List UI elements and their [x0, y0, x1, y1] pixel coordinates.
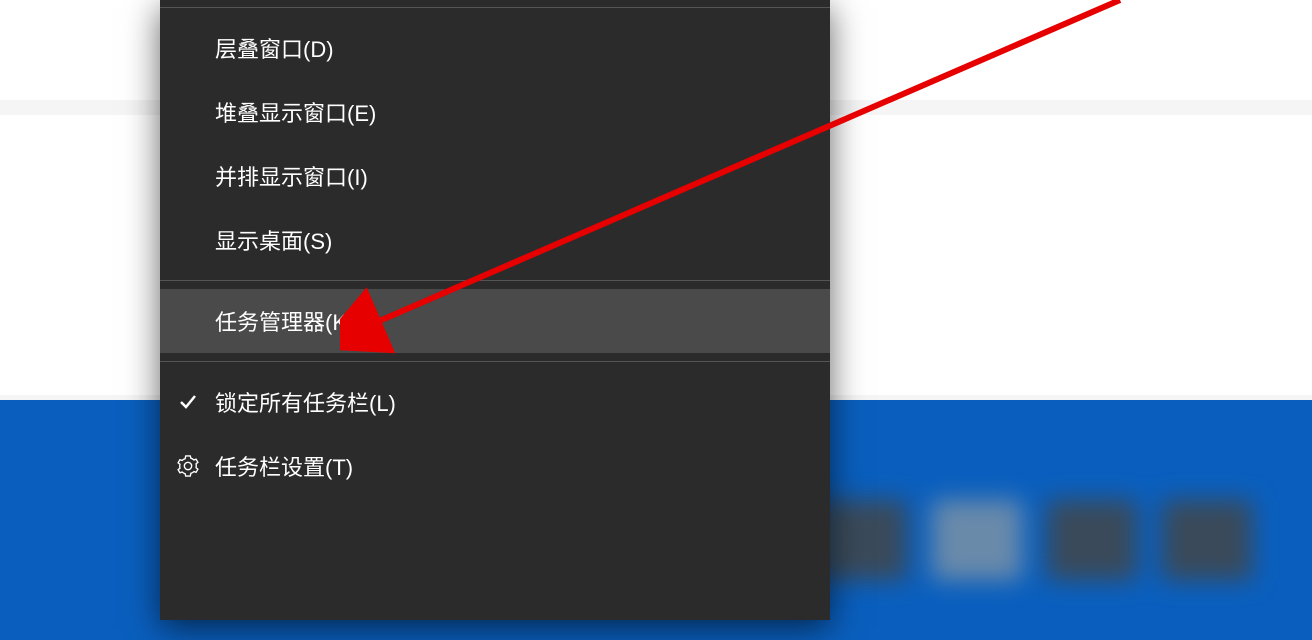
- blurred-icon: [817, 500, 907, 580]
- taskbar-context-menu: 层叠窗口(D) 堆叠显示窗口(E) 并排显示窗口(I) 显示桌面(S) 任务管理…: [160, 0, 830, 620]
- blurred-icon: [1047, 500, 1137, 580]
- menu-section-taskbar-options: 锁定所有任务栏(L) 任务栏设置(T): [160, 362, 830, 506]
- menu-item-label: 堆叠显示窗口(E): [215, 96, 376, 128]
- gear-icon: [176, 454, 200, 478]
- taskbar-icons-blurred: [817, 480, 1282, 600]
- menu-section-task-manager: 任务管理器(K): [160, 281, 830, 362]
- menu-item-cascade-windows[interactable]: 层叠窗口(D): [160, 16, 830, 80]
- menu-item-taskbar-settings[interactable]: 任务栏设置(T): [160, 434, 830, 498]
- menu-item-lock-taskbars[interactable]: 锁定所有任务栏(L): [160, 370, 830, 434]
- menu-item-side-by-side[interactable]: 并排显示窗口(I): [160, 144, 830, 208]
- menu-item-label: 并排显示窗口(I): [215, 160, 368, 192]
- blurred-icon: [1162, 500, 1252, 580]
- menu-item-label: 任务栏设置(T): [215, 450, 353, 482]
- menu-divider: [160, 0, 830, 8]
- menu-item-show-desktop[interactable]: 显示桌面(S): [160, 208, 830, 272]
- menu-item-label: 显示桌面(S): [215, 224, 332, 256]
- menu-item-label: 锁定所有任务栏(L): [215, 386, 396, 418]
- checkmark-icon: [176, 390, 200, 414]
- menu-item-stack-windows[interactable]: 堆叠显示窗口(E): [160, 80, 830, 144]
- blurred-icon: [932, 500, 1022, 580]
- menu-item-task-manager[interactable]: 任务管理器(K): [160, 289, 830, 353]
- menu-item-label: 层叠窗口(D): [215, 32, 334, 64]
- menu-item-label: 任务管理器(K): [215, 305, 354, 337]
- menu-section-windows: 层叠窗口(D) 堆叠显示窗口(E) 并排显示窗口(I) 显示桌面(S): [160, 8, 830, 281]
